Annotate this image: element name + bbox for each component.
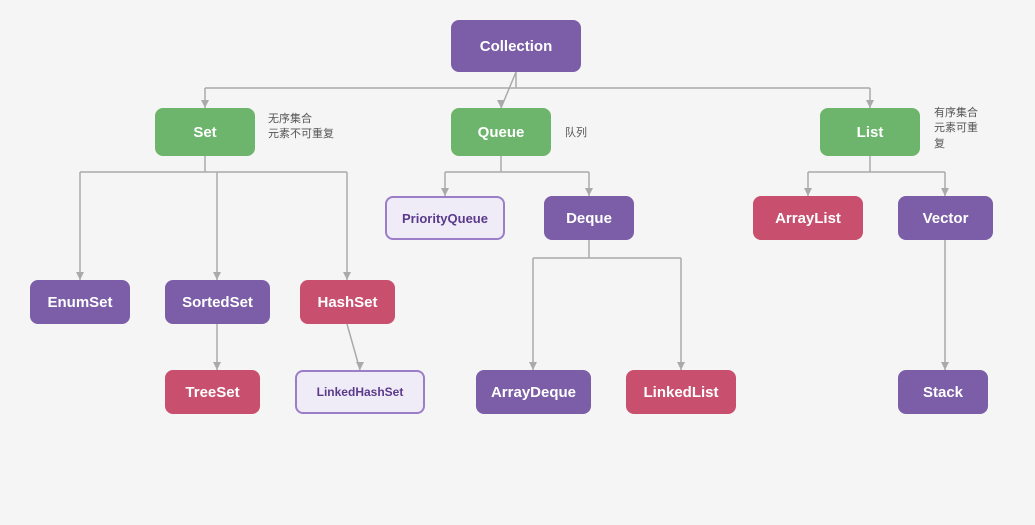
node-deque: Deque — [544, 196, 634, 240]
node-arraydeque: ArrayDeque — [476, 370, 591, 414]
node-queue: Queue — [451, 108, 551, 156]
node-enumset: EnumSet — [30, 280, 130, 324]
node-hashset: HashSet — [300, 280, 395, 324]
list-annotation: 有序集合元素可重复 — [934, 106, 978, 152]
queue-annotation: 队列 — [565, 126, 587, 141]
node-sortedset: SortedSet — [165, 280, 270, 324]
node-list: List — [820, 108, 920, 156]
node-linkedlist: LinkedList — [626, 370, 736, 414]
set-annotation: 无序集合元素不可重复 — [268, 112, 334, 143]
connector-lines — [0, 0, 1035, 525]
node-treeset: TreeSet — [165, 370, 260, 414]
node-vector: Vector — [898, 196, 993, 240]
node-collection: Collection — [451, 20, 581, 72]
node-priorityqueue: PriorityQueue — [385, 196, 505, 240]
node-stack: Stack — [898, 370, 988, 414]
node-linkedhashset: LinkedHashSet — [295, 370, 425, 414]
node-arraylist: ArrayList — [753, 196, 863, 240]
node-set: Set — [155, 108, 255, 156]
diagram: Collection Set Queue List PriorityQueue … — [0, 0, 1035, 525]
